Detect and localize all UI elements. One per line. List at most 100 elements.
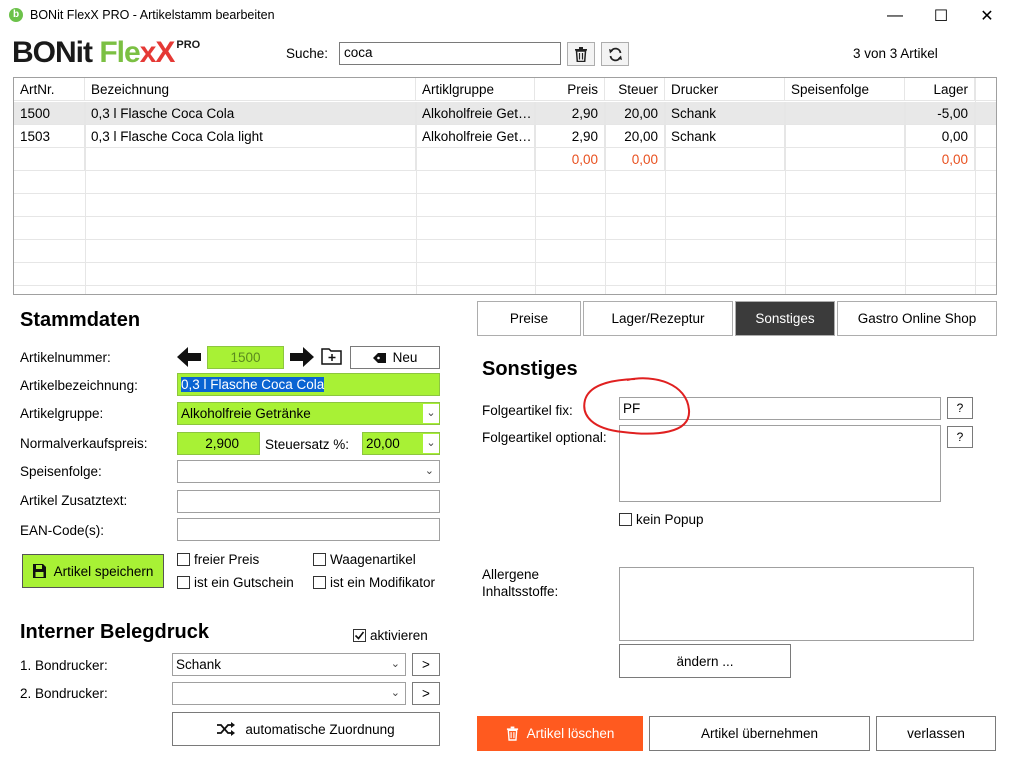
speisenfolge-label: Speisenfolge: <box>20 464 102 479</box>
folder-add-icon <box>321 348 342 365</box>
col-header-lager[interactable]: Lager <box>905 78 975 101</box>
arrow-left-icon <box>177 347 201 367</box>
bezeichnung-selected-text: 0,3 l Flasche Coca Cola <box>181 377 325 392</box>
column-divider <box>535 102 536 294</box>
article-table[interactable]: ArtNr. Bezeichnung Artiklgruppe Preis St… <box>13 77 997 295</box>
minimize-button[interactable]: — <box>872 0 918 32</box>
column-divider <box>905 102 906 294</box>
kein-popup-label: kein Popup <box>636 512 704 527</box>
auto-assign-button[interactable]: automatische Zuordnung <box>172 712 440 746</box>
drucker1-select[interactable]: Schank ⌄ <box>172 653 406 676</box>
delete-article-label: Artikel löschen <box>526 726 615 741</box>
save-icon <box>32 564 46 578</box>
save-article-button[interactable]: Artikel speichern <box>22 554 164 588</box>
kein-popup-checkbox[interactable]: kein Popup <box>619 512 704 527</box>
cell-lager: 0,00 <box>905 148 975 171</box>
app-icon: b <box>9 8 23 22</box>
zusatztext-field[interactable] <box>177 490 440 513</box>
gruppe-select[interactable]: Alkoholfreie Getränke ⌄ <box>177 402 440 425</box>
trash-icon <box>575 46 587 62</box>
preis-field[interactable]: 2,900 <box>177 432 260 455</box>
cell-drucker <box>665 148 785 171</box>
table-row-empty <box>14 263 996 286</box>
chevron-down-icon: ⌄ <box>423 434 439 453</box>
drucker2-select[interactable]: ⌄ <box>172 682 406 705</box>
table-row[interactable]: 1500 0,3 l Flasche Coca Cola Alkoholfrei… <box>14 102 996 125</box>
artikelnummer-field[interactable]: 1500 <box>207 346 284 369</box>
new-folder-button[interactable] <box>321 346 345 368</box>
modifikator-label: ist ein Modifikator <box>330 575 436 590</box>
steuersatz-select[interactable]: 20,00 ⌄ <box>362 432 440 455</box>
new-article-button[interactable]: Neu <box>350 346 440 369</box>
refresh-button[interactable] <box>601 42 629 66</box>
search-input[interactable]: coca <box>339 42 561 65</box>
column-divider <box>975 78 976 294</box>
close-button[interactable]: ✕ <box>964 0 1010 32</box>
cell-bezeichnung: 0,3 l Flasche Coca Cola <box>85 102 416 125</box>
window-title: BONit FlexX PRO - Artikelstamm bearbeite… <box>30 8 275 22</box>
checkbox-box <box>177 553 190 566</box>
arrow-right-icon <box>290 347 314 367</box>
leave-button[interactable]: verlassen <box>876 716 996 751</box>
clear-search-button[interactable] <box>567 42 595 66</box>
table-row[interactable]: 1503 0,3 l Flasche Coca Cola light Alkoh… <box>14 125 996 148</box>
folgeartikel-fix-label: Folgeartikel fix: <box>482 403 573 418</box>
new-article-label: Neu <box>392 350 418 365</box>
folgeartikel-optional-help-button[interactable]: ? <box>947 426 973 448</box>
cell-speisenfolge <box>785 102 905 125</box>
checkbox-box <box>313 576 326 589</box>
stammdaten-heading: Stammdaten <box>20 309 141 331</box>
refresh-icon <box>608 47 622 61</box>
ean-field[interactable] <box>177 518 440 541</box>
cell-bezeichnung: 0,3 l Flasche Coca Cola light <box>85 125 416 148</box>
gutschein-checkbox[interactable]: ist ein Gutschein <box>177 575 294 590</box>
cell-speisenfolge <box>785 148 905 171</box>
col-header-preis[interactable]: Preis <box>535 78 605 101</box>
zusatztext-label: Artikel Zusatztext: <box>20 493 128 508</box>
cell-gruppe: Alkoholfreie Get… <box>416 102 535 125</box>
gutschein-label: ist ein Gutschein <box>194 575 294 590</box>
previous-article-button[interactable] <box>177 346 201 368</box>
drucker2-more-button[interactable]: > <box>412 682 440 705</box>
column-divider <box>605 102 606 294</box>
col-header-speisenfolge[interactable]: Speisenfolge <box>785 78 905 101</box>
title-bar: b BONit FlexX PRO - Artikelstamm bearbei… <box>0 0 1010 32</box>
column-divider <box>785 102 786 294</box>
bezeichnung-field[interactable]: 0,3 l Flasche Coca Cola <box>177 373 440 396</box>
ean-label: EAN-Code(s): <box>20 523 105 538</box>
col-header-artnr[interactable]: ArtNr. <box>14 78 85 101</box>
tab-lager-rezeptur[interactable]: Lager/Rezeptur <box>583 301 733 336</box>
cell-steuer: 0,00 <box>605 148 665 171</box>
col-header-bezeichnung[interactable]: Bezeichnung <box>85 78 416 101</box>
speisenfolge-select[interactable]: ⌄ <box>177 460 440 483</box>
shuffle-icon <box>217 722 236 736</box>
freier-preis-label: freier Preis <box>194 552 260 567</box>
allergene-field[interactable] <box>619 567 974 641</box>
gruppe-selected-value: Alkoholfreie Getränke <box>181 406 311 421</box>
cell-drucker: Schank <box>665 102 785 125</box>
checkbox-box <box>177 576 190 589</box>
table-row[interactable]: 0,00 0,00 0,00 <box>14 148 996 171</box>
modifikator-checkbox[interactable]: ist ein Modifikator <box>313 575 435 590</box>
aendern-button[interactable]: ändern ... <box>619 644 791 678</box>
col-header-drucker[interactable]: Drucker <box>665 78 785 101</box>
tab-gastro-online-shop[interactable]: Gastro Online Shop <box>837 301 997 336</box>
apply-article-button[interactable]: Artikel übernehmen <box>649 716 870 751</box>
freier-preis-checkbox[interactable]: freier Preis <box>177 552 259 567</box>
waagenartikel-label: Waagenartikel <box>330 552 416 567</box>
col-header-gruppe[interactable]: Artiklgruppe <box>416 78 535 101</box>
maximize-button[interactable]: ☐ <box>918 0 964 32</box>
tab-preise[interactable]: Preise <box>477 301 581 336</box>
folgeartikel-fix-help-button[interactable]: ? <box>947 397 973 419</box>
delete-article-button[interactable]: Artikel löschen <box>477 716 643 751</box>
drucker1-more-button[interactable]: > <box>412 653 440 676</box>
table-row-empty <box>14 240 996 263</box>
waagenartikel-checkbox[interactable]: Waagenartikel <box>313 552 416 567</box>
col-header-steuer[interactable]: Steuer <box>605 78 665 101</box>
next-article-button[interactable] <box>290 346 314 368</box>
steuersatz-label: Steuersatz %: <box>265 437 350 452</box>
checkbox-box <box>313 553 326 566</box>
cell-artnr: 1500 <box>14 102 85 125</box>
tab-sonstiges[interactable]: Sonstiges <box>735 301 835 336</box>
aktivieren-checkbox[interactable]: aktivieren <box>353 628 428 643</box>
